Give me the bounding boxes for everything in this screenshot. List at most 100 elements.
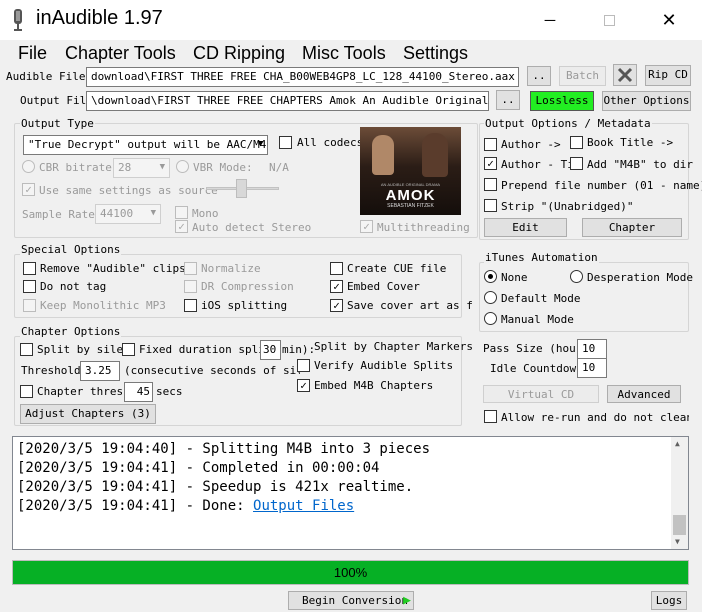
cover-face-right [422,133,448,177]
pass-size-input[interactable]: 10 [577,339,607,359]
close-button[interactable]: ✕ [646,8,692,32]
menu-chapter-tools[interactable]: Chapter Tools [65,43,176,64]
log-output[interactable]: [2020/3/5 19:04:40] - Splitting M4B into… [12,436,689,550]
batch-button[interactable]: Batch [559,66,606,86]
bitrate-slider-thumb[interactable] [236,179,247,198]
output-browse-button[interactable]: .. [496,90,520,110]
do-not-tag-label: Do not tag [40,280,107,293]
remove-clips-checkbox[interactable] [23,262,36,275]
menu-misc-tools[interactable]: Misc Tools [302,43,386,64]
strip-unabridged-label: Strip "(Unabridged)" [501,200,634,213]
log-scrollbar[interactable]: ▲ ▼ [671,437,688,549]
vbr-radio[interactable] [176,160,189,173]
embed-cover-checkbox[interactable]: ✓ [330,280,343,293]
fixed-duration-checkbox[interactable] [122,343,135,356]
author-title-checkbox[interactable]: ✓ [484,157,497,170]
threshold-label: Threshold: [21,364,88,377]
scrollbar-thumb[interactable] [673,515,686,535]
keep-mono-label: Keep Monolithic MP3 [40,299,166,312]
multithreading-label: Multithreading [377,221,470,234]
other-options-button[interactable]: Other Options [602,91,691,111]
log-line: [2020/3/5 19:04:40] - Splitting M4B into… [17,441,431,457]
minimize-icon: ─ [544,11,556,29]
embed-chapters-checkbox[interactable]: ✓ [297,379,310,392]
cbr-label: CBR bitrate: [39,161,119,174]
sample-rate-value: 44100 [100,207,134,220]
verify-splits-checkbox[interactable] [297,359,310,372]
virtual-cd-button[interactable]: Virtual CD [483,385,599,403]
cbr-select[interactable]: 28 ▼ [113,158,170,178]
author-label: Author -> [501,138,561,151]
maximize-button[interactable] [586,8,632,32]
cover-art-image: AMOK SEBASTIAN FITZEK AN AUDIBLE ORIGINA… [360,127,461,215]
prepend-checkbox[interactable] [484,178,497,191]
same-settings-checkbox[interactable]: ✓ [22,183,35,196]
scroll-up-icon[interactable]: ▲ [675,439,680,448]
chevron-down-icon: ▼ [150,208,156,218]
minimize-button[interactable]: ─ [527,8,573,32]
save-cover-checkbox[interactable]: ✓ [330,299,343,312]
auto-stereo-label: Auto detect Stereo [192,221,312,234]
manual-mode-radio[interactable] [484,312,497,325]
fixed-duration-input[interactable]: 30 [260,340,281,360]
chapter-options-title: Chapter Options [20,325,122,338]
threshold-input[interactable]: 3.25 [80,361,120,381]
allow-rerun-label: Allow re-run and do not clean u [501,411,689,424]
prepend-label: Prepend file number (01 - name) [501,179,702,192]
book-title-label: Book Title -> [587,136,674,149]
adjust-chapters-button[interactable]: Adjust Chapters (3) [20,404,156,424]
begin-conversion-button[interactable]: Begin Conversion ▶ [288,591,414,610]
author-checkbox[interactable] [484,138,497,151]
edit-button[interactable]: Edit [484,218,567,237]
log-line-last: [2020/3/5 19:04:41] - Done: Output Files [13,497,673,516]
strip-unabridged-checkbox[interactable] [484,199,497,212]
split-markers-label: Split by Chapter Markers [314,340,473,353]
logs-button[interactable]: Logs [651,591,687,610]
embed-chapters-label: Embed M4B Chapters [314,379,434,392]
sample-rate-select[interactable]: 44100 ▼ [95,204,161,224]
audible-browse-button[interactable]: .. [527,66,551,86]
allow-rerun-checkbox[interactable] [484,410,497,423]
cbr-value: 28 [118,161,132,174]
create-cue-checkbox[interactable] [330,262,343,275]
vbr-label: VBR Mode: [193,161,253,174]
menu-cd-ripping[interactable]: CD Ripping [193,43,285,64]
chapter-thresh-checkbox[interactable] [20,385,33,398]
auto-stereo-checkbox[interactable]: ✓ [175,220,188,233]
chapter-thresh-label: Chapter thresh [37,385,124,398]
rip-cd-button[interactable]: Rip CD [645,65,691,86]
itunes-none-radio[interactable] [484,270,497,283]
menu-settings[interactable]: Settings [403,43,468,64]
scroll-down-icon[interactable]: ▼ [675,537,680,546]
desperation-radio[interactable] [570,270,583,283]
ios-split-checkbox[interactable] [184,299,197,312]
idle-countdown-input[interactable]: 10 [577,358,607,378]
mono-checkbox[interactable] [175,206,188,219]
keep-mono-checkbox[interactable] [23,299,36,312]
begin-conversion-label: Begin Conversion [302,594,408,607]
menu-file[interactable]: File [18,43,47,64]
metadata-title: Output Options / Metadata [484,117,652,130]
add-m4b-checkbox[interactable] [570,157,583,170]
advanced-button[interactable]: Advanced [607,385,681,403]
do-not-tag-checkbox[interactable] [23,280,36,293]
lossless-button[interactable]: Lossless [530,91,594,111]
dr-compression-checkbox[interactable] [184,280,197,293]
book-title-checkbox[interactable] [570,136,583,149]
cbr-radio[interactable] [22,160,35,173]
all-codecs-checkbox[interactable] [279,136,292,149]
chapter-thresh-input[interactable]: 45 [124,382,153,402]
embed-cover-label: Embed Cover [347,280,420,293]
output-file-input[interactable]: \download\FIRST THREE FREE CHAPTERS Amok… [86,91,489,111]
ios-split-label: iOS splitting [201,299,288,312]
fixed-duration-label: Fixed duration split [139,343,260,356]
output-format-select[interactable]: "True Decrypt" output will be AAC/M4B ▼ [23,135,268,155]
chapter-button[interactable]: Chapter [582,218,682,237]
audible-file-input[interactable]: download\FIRST THREE FREE CHA_B00WEB4GP8… [86,67,519,87]
multithreading-checkbox[interactable]: ✓ [360,220,373,233]
normalize-checkbox[interactable] [184,262,197,275]
output-files-link[interactable]: Output Files [253,498,354,514]
split-silence-checkbox[interactable] [20,343,33,356]
tools-button[interactable] [613,64,637,86]
default-mode-radio[interactable] [484,291,497,304]
